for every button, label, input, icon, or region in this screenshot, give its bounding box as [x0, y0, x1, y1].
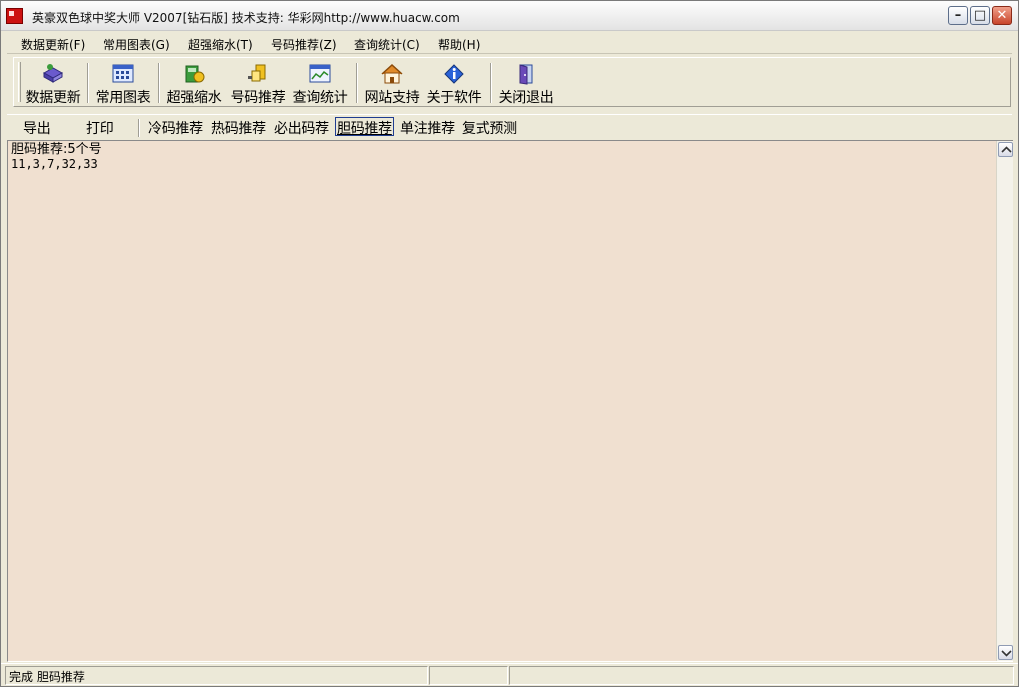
- close-icon: ✕: [996, 8, 1008, 23]
- minimize-icon: –: [954, 8, 962, 23]
- status-text: 完成 胆码推荐: [5, 666, 428, 685]
- maximize-button[interactable]: □: [970, 6, 990, 25]
- tab-single-bet[interactable]: 单注推荐: [399, 118, 456, 137]
- menu-query-stats[interactable]: 查询统计(C): [354, 36, 420, 53]
- menu-filter[interactable]: 超强缩水(T): [188, 36, 253, 53]
- data-update-icon: [41, 63, 65, 85]
- toolbar-separator: [158, 63, 160, 103]
- charts-label: 常用图表: [95, 90, 151, 106]
- query-stats-button[interactable]: 查询统计: [290, 62, 350, 106]
- data-update-button[interactable]: 数据更新: [23, 62, 83, 106]
- tab-compound-forecast[interactable]: 复式预测: [461, 118, 518, 137]
- toolbar-separator: [490, 63, 492, 103]
- tab-hot-numbers[interactable]: 热码推荐: [210, 118, 267, 137]
- menu-bar: 数据更新(F) 常用图表(G) 超强缩水(T) 号码推荐(Z) 查询统计(C) …: [7, 33, 1012, 54]
- about-button[interactable]: 关于软件: [424, 62, 484, 106]
- title-bar[interactable]: 英豪双色球中奖大师 V2007[钻石版] 技术支持: 华彩网http://www…: [1, 1, 1018, 31]
- maximize-icon: □: [973, 8, 987, 23]
- filter-label: 超强缩水: [166, 90, 222, 106]
- minimize-button[interactable]: –: [948, 6, 968, 25]
- menu-recommend[interactable]: 号码推荐(Z): [271, 36, 337, 53]
- filter-button[interactable]: 超强缩水: [164, 62, 224, 106]
- scroll-up-button[interactable]: [998, 142, 1013, 157]
- tab-separator: [138, 119, 140, 137]
- result-heading: 胆码推荐:5个号: [11, 142, 102, 157]
- vertical-scrollbar[interactable]: [996, 141, 1013, 661]
- app-window: 英豪双色球中奖大师 V2007[钻石版] 技术支持: 华彩网http://www…: [0, 0, 1019, 687]
- home-icon: [380, 63, 404, 85]
- result-text-area[interactable]: 胆码推荐:5个号 11,3,7,32,33: [7, 140, 1013, 662]
- scroll-down-button[interactable]: [998, 645, 1013, 660]
- print-button[interactable]: 打印: [85, 118, 114, 137]
- status-pane-2: [429, 666, 508, 685]
- recommend-icon: [246, 63, 270, 85]
- toolbar-grip[interactable]: [18, 62, 21, 102]
- chart-icon: [111, 63, 135, 85]
- menu-charts[interactable]: 常用图表(G): [103, 36, 170, 53]
- exit-label: 关闭退出: [498, 90, 554, 106]
- menu-help[interactable]: 帮助(H): [438, 36, 480, 53]
- recommend-label: 号码推荐: [230, 90, 286, 106]
- charts-button[interactable]: 常用图表: [93, 62, 153, 106]
- status-bar: 完成 胆码推荐: [1, 663, 1018, 686]
- info-icon: [442, 63, 466, 85]
- result-text: 胆码推荐:5个号 11,3,7,32,33: [11, 142, 102, 172]
- filter-icon: [182, 63, 206, 85]
- recommend-tab-bar: 导出 打印 冷码推荐 热码推荐 必出码荐 胆码推荐 单注推荐 复式预测: [7, 114, 1012, 138]
- app-logo-icon: [6, 8, 23, 24]
- window-title: 英豪双色球中奖大师 V2007[钻石版] 技术支持: 华彩网http://www…: [32, 11, 460, 25]
- menu-data-update[interactable]: 数据更新(F): [21, 36, 85, 53]
- result-numbers: 11,3,7,32,33: [11, 157, 98, 171]
- website-support-label: 网站支持: [364, 90, 420, 106]
- data-update-label: 数据更新: [25, 90, 81, 106]
- exit-button[interactable]: 关闭退出: [496, 62, 556, 106]
- recommend-button[interactable]: 号码推荐: [228, 62, 288, 106]
- stats-icon: [308, 63, 332, 85]
- status-pane-3: [509, 666, 1014, 685]
- scroll-up-icon: [1001, 146, 1012, 153]
- tab-cold-numbers[interactable]: 冷码推荐: [147, 118, 204, 137]
- query-stats-label: 查询统计: [292, 90, 348, 106]
- close-window-button[interactable]: ✕: [992, 6, 1012, 25]
- exit-door-icon: [514, 63, 538, 85]
- toolbar-separator: [356, 63, 358, 103]
- tab-key-numbers[interactable]: 胆码推荐: [335, 117, 394, 137]
- tab-must-numbers[interactable]: 必出码荐: [273, 118, 330, 137]
- toolbar-separator: [87, 63, 89, 103]
- main-toolbar: 数据更新 常用图表 超强缩水 号码推荐 查询统计 网站支持 关于软件 关闭退出: [13, 57, 1011, 107]
- about-label: 关于软件: [426, 90, 482, 106]
- export-button[interactable]: 导出: [22, 118, 51, 137]
- website-support-button[interactable]: 网站支持: [362, 62, 422, 106]
- scroll-down-icon: [1001, 650, 1012, 657]
